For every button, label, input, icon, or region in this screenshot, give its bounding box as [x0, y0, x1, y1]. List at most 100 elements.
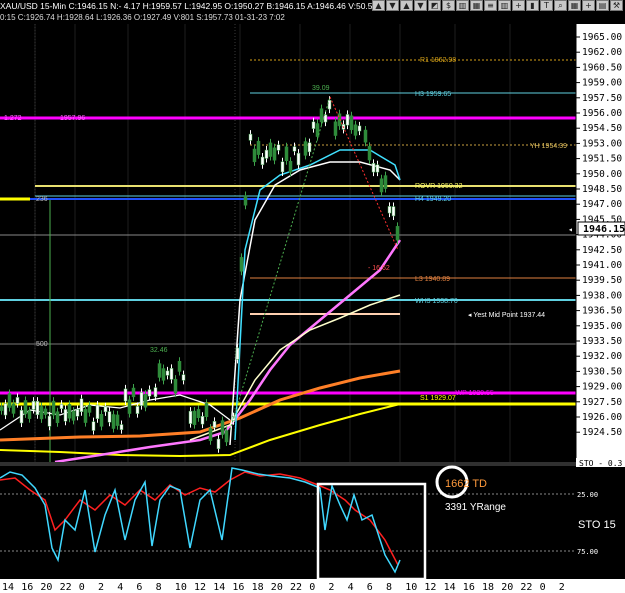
candle-body: [371, 163, 376, 173]
candle-body: [67, 404, 72, 419]
sto-period-label: STO 15: [578, 519, 616, 531]
time-tick-label: 10: [175, 582, 187, 593]
price-tick-label: 1947.00: [582, 199, 622, 210]
candle-body: [7, 393, 12, 408]
stochastic-pane[interactable]: 25.00 75.00 STO 15 1662 TD 3391 YRange: [0, 465, 616, 581]
candle-body: [268, 142, 273, 157]
candle-body: [363, 129, 368, 143]
candle-body: [75, 409, 80, 417]
candle-body: [143, 393, 148, 408]
candle-body: [357, 125, 362, 132]
candle-body: [319, 108, 324, 123]
candle-body: [311, 121, 316, 129]
time-tick-label: 22: [520, 582, 532, 593]
time-tick-label: 2: [559, 582, 565, 593]
label-yh: YH 1954.39: [530, 143, 567, 150]
candle-body: [391, 206, 396, 217]
price-tick: 1960.50: [576, 62, 622, 73]
candle-body: [349, 115, 354, 131]
candle-body: [47, 415, 52, 427]
time-tick-label: 16: [21, 582, 33, 593]
time-tick-label: 16: [232, 582, 244, 593]
candle-body: [188, 410, 193, 424]
time-tick-label: 14: [444, 582, 456, 593]
price-tick: 1957.50: [576, 93, 622, 104]
sto-tick-75: 75.00: [577, 548, 598, 556]
time-tick-label: 14: [213, 582, 225, 593]
candle-body: [59, 403, 64, 409]
candle-body: [235, 347, 240, 360]
price-tick: 1947.00: [576, 199, 622, 210]
candle-body: [296, 152, 301, 166]
candle-body: [177, 361, 182, 372]
candle-body: [63, 409, 68, 422]
price-tick-label: 1938.00: [582, 290, 622, 301]
candle-body: [383, 175, 388, 189]
candle-body: [147, 389, 152, 397]
time-tick-label: 18: [482, 582, 494, 593]
candle-body: [51, 400, 56, 416]
price-tick-label: 1954.50: [582, 123, 622, 134]
candle-body: [83, 409, 88, 423]
price-tick-label: 1939.50: [582, 275, 622, 286]
price-tick-label: 1956.00: [582, 108, 622, 119]
candle-body: [272, 147, 277, 161]
label-wh3: WH3 1938.70: [415, 298, 458, 305]
candle-body: [0, 406, 4, 411]
pane-separator[interactable]: [0, 462, 625, 466]
price-tick: 1932.00: [576, 351, 622, 362]
yrange-text: 3391 YRange: [445, 502, 506, 513]
candle-body: [224, 430, 229, 443]
candle-body: [239, 257, 244, 272]
swing-left-label: 32.46: [150, 347, 168, 354]
label-wp: ◂ WP 1929.55: [450, 390, 494, 397]
time-tick-label: 6: [367, 582, 373, 593]
label-yest-mid: ◂ Yest Mid Point 1937.44: [468, 312, 545, 319]
price-tick: 1929.00: [576, 382, 622, 393]
price-tick-label: 1936.50: [582, 306, 622, 317]
label-1957: 1957.96: [60, 115, 85, 122]
label-r1: R1 1962.98: [420, 57, 456, 64]
candle-body: [220, 420, 225, 435]
candle-body: [95, 404, 100, 419]
candle-body: [55, 411, 60, 424]
price-tick: 1965.00: [576, 32, 622, 43]
time-tick-label: 22: [60, 582, 72, 593]
label-rovr: ROVR 1950.32: [415, 183, 463, 190]
candle-body: [79, 398, 84, 412]
candle-body: [3, 403, 8, 416]
candle-body: [131, 387, 136, 398]
candle-body: [333, 121, 338, 136]
label-s1: S1 1929.07: [420, 395, 456, 402]
candle-body: [216, 438, 221, 450]
price-tick: 1926.00: [576, 412, 622, 423]
candle-body: [91, 421, 96, 431]
price-tick-label: 1930.50: [582, 366, 622, 377]
price-tick-label: 1924.50: [582, 427, 622, 438]
time-tick-label: 20: [501, 582, 513, 593]
price-tick-label: 1950.00: [582, 169, 622, 180]
price-tick: 1959.00: [576, 78, 622, 89]
current-price-arrow: ◂: [568, 225, 573, 234]
price-tick-label: 1951.50: [582, 154, 622, 165]
price-tick: 1962.00: [576, 47, 622, 58]
price-tick-label: 1941.00: [582, 260, 622, 271]
price-tick: 1924.50: [576, 427, 622, 438]
candle-body: [243, 195, 248, 206]
candle-body: [256, 140, 261, 155]
candle-body: [192, 410, 197, 425]
price-chart[interactable]: R1 1962.98 H3 1959.65 1957.96 YH 1954.39…: [0, 0, 625, 593]
price-tick-label: 1927.50: [582, 397, 622, 408]
price-tick-label: 1965.00: [582, 32, 622, 43]
time-tick-label: 14: [2, 582, 14, 593]
candle-body: [248, 133, 253, 141]
time-tick-label: 8: [386, 582, 392, 593]
candle-body: [23, 400, 28, 415]
time-tick-label: 2: [328, 582, 334, 593]
time-tick-label: 20: [271, 582, 283, 593]
candle-body: [288, 160, 293, 173]
time-tick-label: 16: [463, 582, 475, 593]
candle-body: [395, 226, 400, 241]
high-marker-label: 39.09: [312, 85, 330, 92]
candle-body: [161, 368, 166, 381]
